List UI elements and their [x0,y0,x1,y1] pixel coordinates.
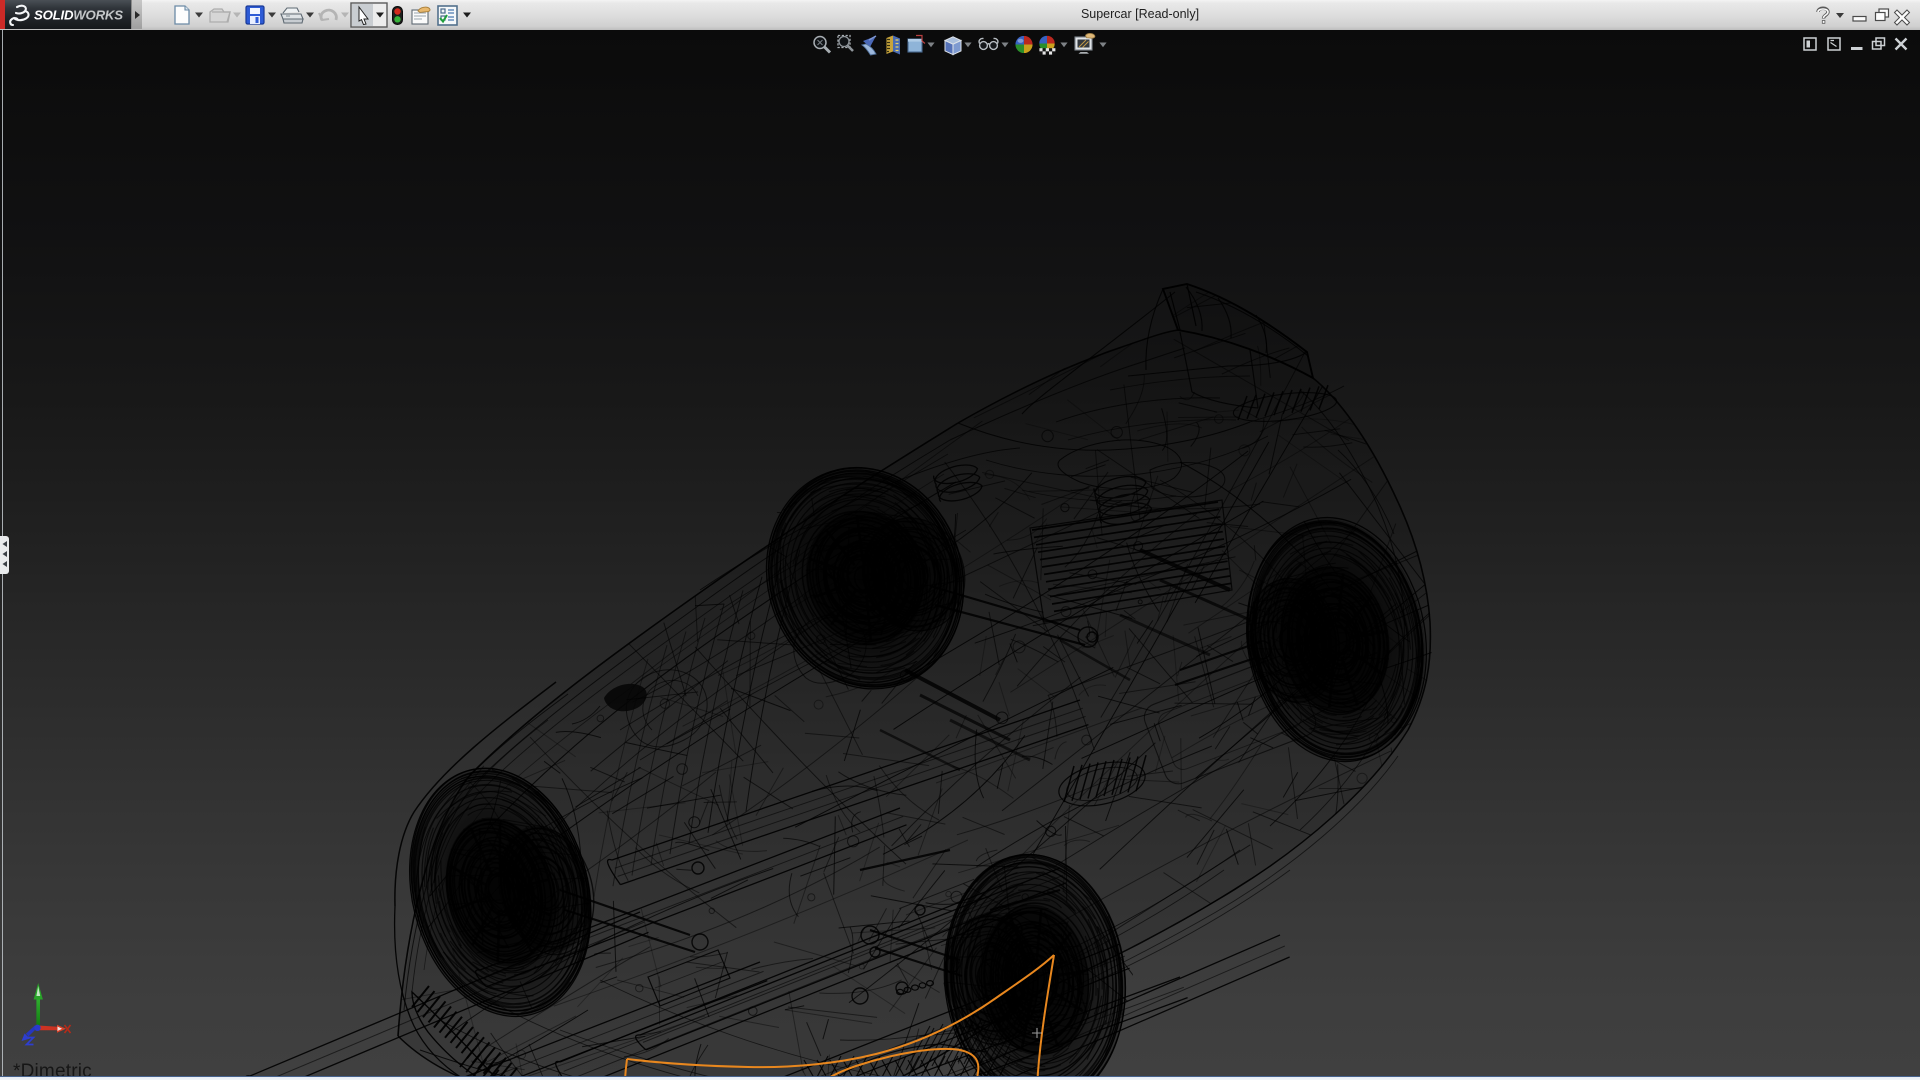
svg-text:SOLIDWORKS: SOLIDWORKS [34,8,123,23]
